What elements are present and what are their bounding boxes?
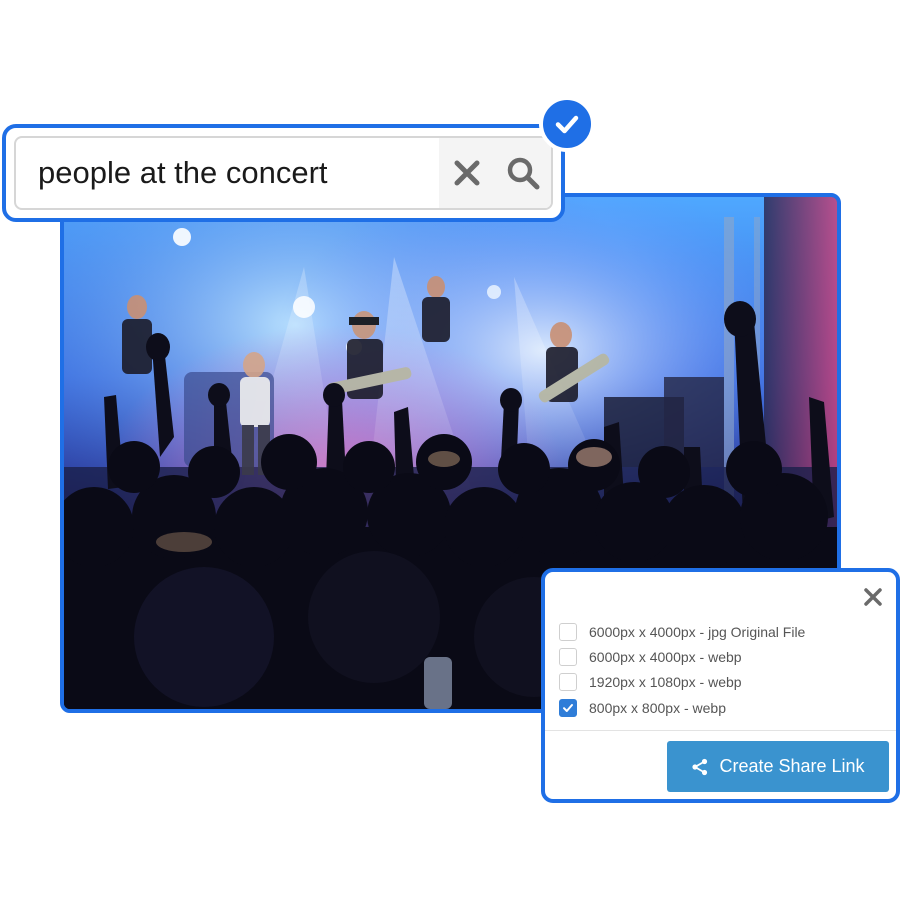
check-icon [555,115,579,134]
share-icon [691,758,709,776]
check-icon [563,703,573,712]
size-option-checkbox[interactable] [559,622,577,641]
create-share-link-button[interactable]: Create Share Link [667,741,889,792]
create-share-link-label: Create Share Link [719,756,865,776]
close-icon [864,588,882,606]
size-option-label: 6000px x 4000px - jpg Original File [589,623,806,640]
search-bar [2,124,565,222]
stage: 6000px x 4000px - jpg Original File 6000… [0,0,900,900]
size-option-checkbox[interactable] [559,673,577,692]
size-option-label: 1920px x 1080px - webp [589,674,742,691]
size-option-label: 6000px x 4000px - webp [589,648,742,665]
search-input[interactable] [16,138,439,208]
verified-badge [539,96,595,152]
size-option-checkbox[interactable] [559,698,577,717]
size-option-checkbox[interactable] [559,647,577,666]
size-option[interactable]: 800px x 800px - webp [559,695,886,720]
divider [545,730,896,731]
share-panel: 6000px x 4000px - jpg Original File 6000… [541,568,900,803]
clear-search-button[interactable] [445,151,489,195]
share-panel-close-button[interactable] [860,584,886,610]
size-option[interactable]: 6000px x 4000px - webp [559,644,886,669]
size-option[interactable]: 1920px x 1080px - webp [559,670,886,695]
search-button[interactable] [501,151,545,195]
size-option[interactable]: 6000px x 4000px - jpg Original File [559,619,886,644]
size-option-label: 800px x 800px - webp [589,699,726,716]
close-icon [454,160,480,186]
search-box [14,136,553,210]
search-icon [507,157,540,190]
search-actions [439,138,551,208]
size-option-list: 6000px x 4000px - jpg Original File 6000… [559,619,886,720]
